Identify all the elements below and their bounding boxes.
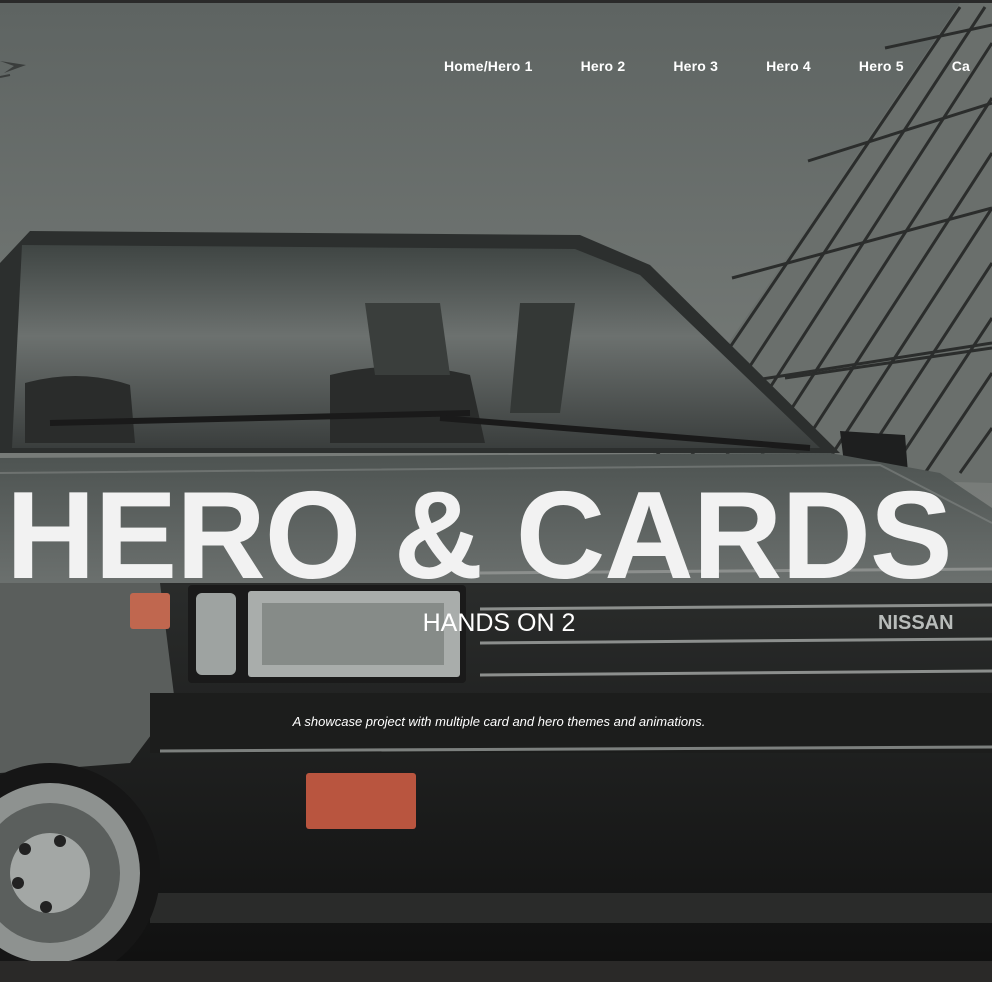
hero-section: Home/Hero 1 Hero 2 Hero 3 Hero 4 Hero 5 Ca NI… (0, 0, 992, 982)
nav-link-home-hero-1[interactable]: Home/Hero 1 (444, 58, 533, 74)
hero-title: HERO & CARDS (6, 467, 953, 605)
nav-link-hero-2[interactable]: Hero 2 (581, 58, 626, 74)
main-navigation: Home/Hero 1 Hero 2 Hero 3 Hero 4 Hero 5 Ca (444, 58, 992, 76)
nav-link-hero-5[interactable]: Hero 5 (859, 58, 904, 74)
nav-link-cards[interactable]: Ca (952, 58, 970, 74)
brand-logo-icon[interactable] (0, 55, 30, 85)
nav-link-hero-4[interactable]: Hero 4 (766, 58, 811, 74)
nav-link-hero-3[interactable]: Hero 3 (673, 58, 718, 74)
hero-subtitle: HANDS ON 2 (422, 609, 576, 637)
hero-description: A showcase project with multiple card an… (292, 714, 706, 729)
